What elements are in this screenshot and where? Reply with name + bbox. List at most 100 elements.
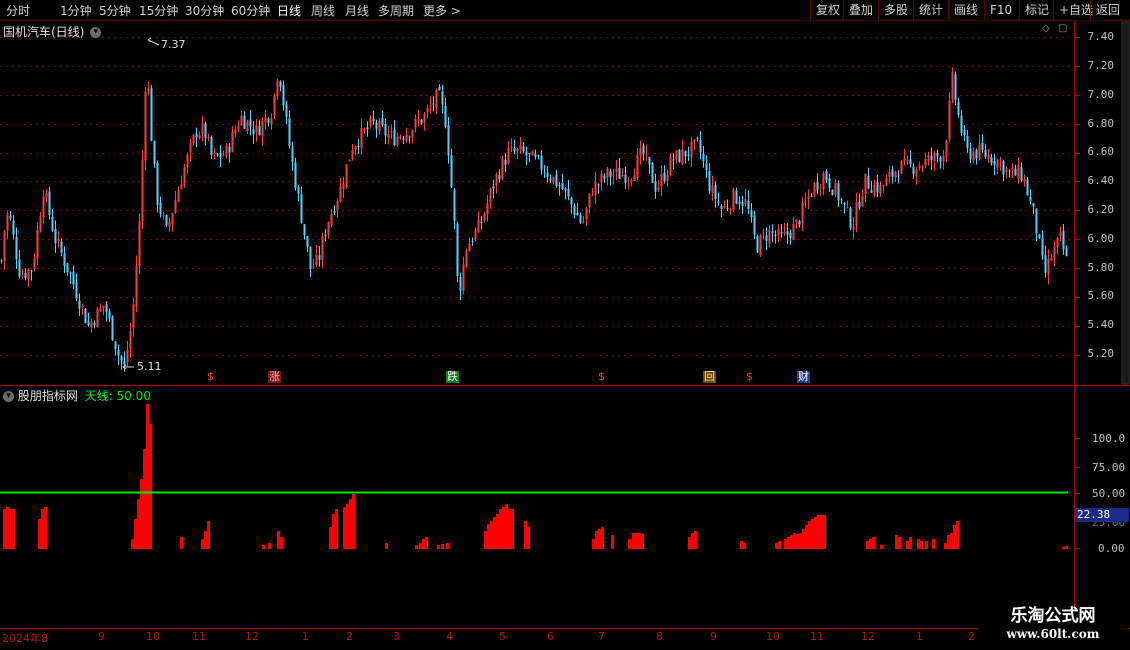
period-tab-1min[interactable]: 1分钟: [60, 2, 92, 19]
period-tab-monthly[interactable]: 月线: [345, 2, 369, 19]
chevron-down-icon[interactable]: ▾: [90, 27, 102, 38]
candle-body: [0, 260, 3, 262]
candle-body: [1062, 230, 1065, 250]
period-tab-more[interactable]: 更多 >: [423, 2, 461, 19]
indicator-bar: [595, 531, 598, 549]
mark-button[interactable]: 标记: [1019, 0, 1054, 20]
draw-line-button[interactable]: 画线: [948, 0, 983, 20]
candle-body: [327, 222, 330, 235]
candle-body: [594, 181, 597, 195]
candle-body: [726, 208, 729, 210]
indicator-bar: [437, 545, 440, 549]
indicator-bar: [688, 537, 691, 549]
event-marker-dollar[interactable]: $: [746, 371, 753, 383]
candle-body: [672, 159, 675, 161]
candle-body: [777, 228, 780, 236]
candle-body: [882, 185, 885, 187]
candle-body: [963, 130, 966, 135]
period-tab-daily[interactable]: 日线: [277, 2, 301, 19]
indicator-bar: [502, 507, 505, 549]
indicator-bar: [505, 504, 508, 549]
low-price-arrow: [122, 364, 134, 370]
month-label: 9: [710, 630, 717, 643]
chart-scrollbar[interactable]: [1121, 21, 1130, 385]
chart-area[interactable]: [0, 21, 1130, 650]
candle-body: [21, 275, 24, 277]
candle-body: [213, 153, 216, 155]
fuquan-button[interactable]: 复权: [810, 0, 845, 20]
indicator-bar: [778, 541, 781, 549]
indicator-tick: 75.00: [1092, 461, 1126, 474]
candle-body: [102, 305, 105, 308]
candle-body: [813, 182, 816, 195]
indicator-bar: [638, 533, 641, 549]
period-tab-fenshi[interactable]: 分时: [6, 2, 30, 19]
candle-body: [183, 167, 186, 186]
indicator-tick: 0.00: [1098, 542, 1125, 555]
candle-body: [555, 174, 558, 187]
candle-body: [576, 212, 579, 216]
period-tab-15min[interactable]: 15分钟: [139, 2, 178, 19]
back-button[interactable]: 返回: [1090, 0, 1125, 20]
candle-body: [453, 189, 456, 221]
candle-body: [237, 126, 240, 130]
candle-body: [639, 147, 642, 156]
candle-body: [684, 150, 687, 157]
candle-body: [192, 134, 195, 144]
indicator-bar: [12, 509, 15, 549]
candle-body: [408, 136, 411, 138]
event-marker-die[interactable]: 跌: [446, 371, 459, 383]
candle-body: [174, 200, 177, 213]
candle-body: [750, 210, 753, 217]
expand-icon[interactable]: ▢: [1058, 23, 1067, 34]
indicator-bar: [415, 545, 418, 549]
statistics-button[interactable]: 统计: [913, 0, 948, 20]
event-marker-dollar[interactable]: $: [207, 371, 214, 383]
candle-body: [177, 190, 180, 202]
chevron-down-icon[interactable]: ▾: [3, 391, 14, 402]
f10-button[interactable]: F10: [984, 0, 1017, 20]
candle-body: [546, 172, 549, 177]
candle-body: [369, 117, 372, 127]
candle-body: [33, 258, 36, 269]
candle-body: [255, 124, 258, 133]
indicator-bar: [895, 535, 898, 549]
candle-body: [648, 157, 651, 165]
candle-body: [225, 145, 228, 156]
candle-body: [30, 270, 33, 272]
candle-body: [507, 147, 510, 164]
candle-body: [735, 190, 738, 204]
period-toolbar: 分时 1分钟 5分钟 15分钟 30分钟 60分钟 日线 周线 月线 多周期 更…: [0, 0, 1130, 21]
candle-body: [399, 136, 402, 138]
candle-body: [930, 155, 933, 161]
candle-body: [432, 103, 435, 105]
multi-stock-button[interactable]: 多股: [878, 0, 913, 20]
candle-body: [189, 142, 192, 153]
period-tab-weekly[interactable]: 周线: [311, 2, 335, 19]
event-marker-dollar[interactable]: $: [598, 371, 605, 383]
candle-body: [342, 184, 345, 190]
candle-body: [450, 155, 453, 188]
event-marker-cai[interactable]: 财: [797, 371, 810, 383]
price-tick: 7.20: [1087, 59, 1115, 72]
period-tab-60min[interactable]: 60分钟: [231, 2, 270, 19]
candle-body: [996, 160, 999, 169]
price-grid: [0, 37, 1080, 549]
candle-body: [36, 230, 39, 259]
candle-body: [600, 174, 603, 183]
period-tab-5min[interactable]: 5分钟: [99, 2, 131, 19]
candle-body: [1038, 234, 1041, 239]
indicator-bars: [3, 404, 1068, 549]
candle-body: [540, 155, 543, 170]
event-marker-hui[interactable]: 回: [703, 371, 716, 383]
period-tab-multi[interactable]: 多周期: [378, 2, 414, 19]
event-marker-zhang[interactable]: 涨: [268, 371, 281, 383]
candle-body: [279, 81, 282, 88]
indicator-bar: [419, 543, 422, 549]
candle-body: [240, 115, 243, 126]
indicator-current-value: 22.38: [1075, 508, 1129, 522]
overlay-button[interactable]: 叠加: [843, 0, 878, 20]
settings-diamond-icon[interactable]: ◇: [1042, 23, 1050, 34]
period-tab-30min[interactable]: 30分钟: [185, 2, 224, 19]
high-price-label: 7.37: [161, 38, 186, 51]
